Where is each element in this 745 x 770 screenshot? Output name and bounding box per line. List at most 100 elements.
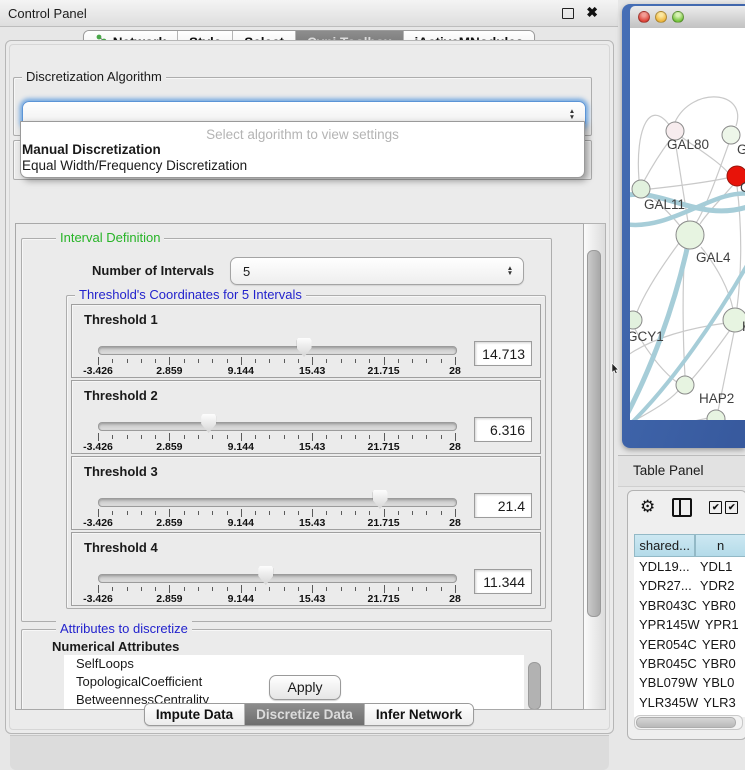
table-cell[interactable]: YBR0: [697, 654, 745, 673]
network-canvas[interactable]: GAL80GCGAL11GAL4GCY1HHAP2: [630, 28, 745, 420]
combo-stepper-icon[interactable]: ▲▼: [565, 109, 579, 120]
table-row[interactable]: YDR27...YDR2: [634, 576, 745, 595]
tick-mark: [384, 585, 385, 593]
table-row[interactable]: YLR345WYLR3: [634, 693, 745, 712]
table-cell[interactable]: YBR045C: [634, 654, 697, 673]
traffic-light-minimize[interactable]: [655, 11, 667, 23]
table-cell[interactable]: YBR043C: [634, 596, 697, 615]
number-of-intervals-combo[interactable]: 5 ▲▼: [230, 257, 524, 285]
slider-track-1[interactable]: [98, 346, 457, 355]
table-cell[interactable]: YBR0: [697, 596, 745, 615]
tab-infer-network[interactable]: Infer Network: [364, 704, 473, 725]
table-row[interactable]: YPR145WYPR1: [634, 615, 745, 634]
slider-track-4[interactable]: [98, 574, 457, 583]
tick-mark: [112, 587, 113, 591]
tick-mark: [355, 435, 356, 439]
tick-mark: [369, 435, 370, 439]
threshold-value-field-2[interactable]: 6.316: [474, 417, 532, 442]
dropdown-option[interactable]: Manual Discretization: [21, 142, 584, 158]
tick-mark: [326, 511, 327, 515]
threshold-label: Threshold 4: [84, 540, 158, 555]
tick-mark: [312, 509, 313, 517]
traffic-light-close[interactable]: [638, 11, 650, 23]
control-panel-titlebar[interactable]: Control Panel ✖: [0, 0, 618, 27]
table-row[interactable]: YBR043CYBR0: [634, 596, 745, 615]
network-node-GAL11[interactable]: [632, 180, 650, 198]
table-cell[interactable]: YDR2: [695, 576, 745, 595]
tab-label: Infer Network: [376, 707, 462, 722]
tick-mark: [441, 587, 442, 591]
column-header-1[interactable]: shared...: [634, 534, 695, 557]
close-icon[interactable]: ✖: [586, 4, 598, 21]
table-cell[interactable]: YPR1: [700, 615, 745, 634]
table-horizontal-scrollbar[interactable]: [634, 715, 743, 730]
table-cell[interactable]: YPR145W: [634, 615, 700, 634]
traffic-light-zoom[interactable]: [672, 11, 684, 23]
threshold-value-field-3[interactable]: 21.4: [474, 493, 532, 518]
threshold-label: Threshold 1: [84, 312, 158, 327]
combo-stepper-icon[interactable]: ▲▼: [503, 266, 517, 277]
tick-mark: [369, 511, 370, 515]
tick-mark: [141, 511, 142, 515]
table-cell[interactable]: YBL079W: [634, 673, 698, 692]
tab-discretize-data[interactable]: Discretize Data: [244, 704, 364, 725]
table-row[interactable]: YBL079WYBL0: [634, 673, 745, 692]
table-cell[interactable]: YLR3: [698, 693, 745, 712]
slider-track-3[interactable]: [98, 498, 457, 507]
tick-label: 28: [449, 365, 461, 377]
checkbox-icon[interactable]: ✔: [709, 501, 722, 514]
tick-mark: [241, 585, 242, 593]
attribute-item[interactable]: SelfLoops: [64, 655, 524, 673]
split-columns-icon[interactable]: [672, 498, 692, 517]
dropdown-option[interactable]: Equal Width/Frequency Discretization: [21, 158, 584, 174]
network-node-GCY1[interactable]: [630, 311, 642, 329]
network-node-HAP2[interactable]: [676, 376, 694, 394]
table-row[interactable]: YDL19...YDL1: [634, 557, 745, 576]
horizontal-scrollbar-thumb[interactable]: [636, 717, 736, 728]
vertical-scrollbar-thumb[interactable]: [587, 250, 601, 617]
network-edge[interactable]: [630, 418, 708, 420]
threshold-label: Threshold 2: [84, 388, 158, 403]
tick-label: -3.426: [83, 365, 113, 377]
tab-impute-data[interactable]: Impute Data: [145, 704, 244, 725]
tick-mark: [98, 433, 99, 441]
table-cell[interactable]: YDL19...: [634, 557, 695, 576]
table-cell[interactable]: YBL0: [698, 673, 745, 692]
table-cell[interactable]: YER054C: [634, 635, 697, 654]
float-window-icon[interactable]: [562, 8, 574, 19]
table-panel-header: Table Panel: [618, 455, 745, 487]
network-view-window[interactable]: GAL80GCGAL11GAL4GCY1HHAP2: [622, 4, 745, 448]
network-edge[interactable]: [692, 330, 730, 379]
gear-icon[interactable]: ⚙: [640, 497, 655, 517]
column-header-2[interactable]: n: [695, 534, 745, 557]
table-cell[interactable]: YDR27...: [634, 576, 695, 595]
vertical-scrollbar[interactable]: [583, 223, 606, 710]
slider-tick-labels: -3.4262.8599.14415.4321.71528: [98, 593, 456, 605]
table-cell[interactable]: YLR345W: [634, 693, 698, 712]
threshold-value-field-4[interactable]: 11.344: [474, 569, 532, 594]
threshold-box-2: Threshold 2-3.4262.8599.14415.4321.71528…: [71, 380, 541, 454]
tick-mark: [341, 511, 342, 515]
network-window-titlebar[interactable]: [630, 6, 745, 29]
tick-mark: [269, 511, 270, 515]
tick-mark: [198, 435, 199, 439]
table-row[interactable]: YER054CYER0: [634, 635, 745, 654]
tick-mark: [255, 587, 256, 591]
network-node-unnamed[interactable]: [707, 410, 725, 420]
tick-mark: [298, 511, 299, 515]
checkbox-icon[interactable]: ✔: [725, 501, 738, 514]
network-edge[interactable]: [638, 115, 670, 180]
network-edge[interactable]: [675, 97, 738, 126]
tick-mark: [269, 435, 270, 439]
table-cell[interactable]: YER0: [697, 635, 745, 654]
slider-track-2[interactable]: [98, 422, 457, 431]
tick-mark: [284, 587, 285, 591]
apply-button[interactable]: Apply: [269, 675, 341, 700]
network-node-GAL4[interactable]: [676, 221, 704, 249]
tick-mark: [98, 509, 99, 517]
network-edge[interactable]: [737, 186, 741, 308]
table-row[interactable]: YBR045CYBR0: [634, 654, 745, 673]
threshold-value-field-1[interactable]: 14.713: [474, 341, 532, 366]
table-cell[interactable]: YDL1: [695, 557, 745, 576]
tick-label: 15.43: [299, 593, 325, 605]
